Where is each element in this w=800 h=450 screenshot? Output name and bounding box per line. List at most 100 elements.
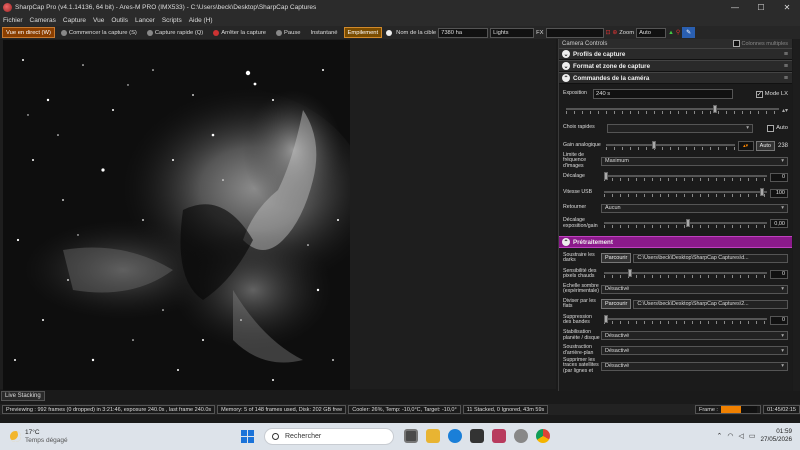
flats-path-select[interactable]: C:\Users\beck\Desktop\SharpCap Captures\… — [633, 299, 788, 309]
task-view-icon[interactable] — [404, 429, 418, 443]
preview-area[interactable] — [0, 39, 556, 390]
flip-select[interactable]: Aucun — [601, 203, 788, 213]
section-camera-controls[interactable]: ⌃ Commandes de la caméra ≡ — [559, 72, 792, 84]
magnifier-icon[interactable]: ⚲ — [676, 30, 680, 36]
stacked-status: 11 Stacked, 0 Ignored, 43m 59s — [462, 405, 549, 414]
menu-aide[interactable]: Aide (H) — [189, 17, 213, 24]
framerate-select[interactable]: Maximum — [601, 156, 788, 166]
histogram-icon[interactable]: ▲ — [668, 30, 674, 36]
menu-capture[interactable]: Capture — [63, 17, 86, 24]
clock[interactable]: 01:59 27/05/2026 — [760, 428, 792, 444]
snapshot-button[interactable]: Instantané — [306, 27, 341, 38]
live-stacking-tab[interactable]: Live Stacking — [1, 391, 45, 401]
flats-label: Diviser par les flats — [563, 297, 596, 309]
file-explorer-icon[interactable] — [426, 429, 440, 443]
usb-speed-value[interactable]: 100 — [770, 188, 788, 198]
zoom-select[interactable]: Auto — [636, 27, 667, 38]
frame-type-select[interactable]: Lights — [490, 27, 535, 38]
banding-slider[interactable] — [604, 315, 767, 325]
chrome-icon[interactable] — [536, 429, 550, 443]
section-capture-format[interactable]: ⌄ Format et zone de capture ≡ — [559, 60, 792, 72]
menu-outils[interactable]: Outils — [111, 17, 128, 24]
quick-capture-button[interactable]: Capture rapide (Q) — [143, 27, 207, 38]
clock-date: 27/05/2026 — [760, 436, 792, 443]
flats-browse-button[interactable]: Parcourir — [601, 299, 632, 309]
windows-taskbar: 17°C Temps dégagé Rechercher ⌃ ◠ ◁ ▭ 01:… — [0, 423, 800, 450]
gain-spin[interactable]: ▴▾ — [737, 141, 754, 151]
hot-pixels-value[interactable]: 0 — [770, 269, 788, 279]
gain-value[interactable]: 238 — [778, 143, 788, 149]
exp-offset-slider[interactable] — [604, 218, 767, 229]
auto-exposure-label: Auto — [776, 125, 788, 131]
offset-slider[interactable] — [604, 172, 767, 182]
search-icon — [272, 433, 279, 440]
chevron-up-icon[interactable]: ⌃ — [716, 432, 722, 440]
temperature: 17°C — [25, 429, 40, 436]
menu-icon[interactable]: ≡ — [784, 63, 788, 70]
menu-icon[interactable]: ≡ — [784, 75, 788, 82]
stacking-button[interactable]: Empilement — [343, 27, 383, 38]
close-button[interactable]: ✕ — [774, 0, 800, 14]
exposure-slider[interactable] — [566, 105, 779, 115]
maximize-button[interactable]: ☐ — [748, 0, 774, 14]
darks-browse-button[interactable]: Parcourir — [601, 253, 632, 263]
minimize-button[interactable]: — — [722, 0, 748, 14]
dark-scale-select[interactable]: Désactivé — [601, 284, 788, 294]
offset-value[interactable]: 0 — [770, 172, 788, 182]
usb-speed-label: Vitesse USB — [563, 189, 593, 196]
exp-offset-value[interactable]: 0,00 — [770, 219, 788, 228]
zoom-label: Zoom — [619, 29, 635, 36]
gain-auto-button[interactable]: Auto — [755, 141, 775, 151]
planet-stab-select[interactable]: Désactivé — [601, 331, 788, 340]
satellite-select[interactable]: Désactivé — [601, 361, 788, 371]
darks-path-select[interactable]: C:\Users\beck\Desktop\SharpCap Captures\… — [633, 253, 788, 263]
speaker-icon[interactable]: ◁ — [738, 432, 743, 440]
menu-icon[interactable]: ≡ — [784, 51, 788, 58]
reticle-icon[interactable]: ⊕ — [612, 30, 617, 36]
banding-value[interactable]: 0 — [770, 315, 788, 325]
pause-button[interactable]: Pause — [272, 27, 304, 38]
section-preprocessing[interactable]: ⌃ Prétraitement — [559, 236, 792, 248]
live-view-button[interactable]: Vue en direct (W) — [2, 27, 55, 38]
menu-lancer[interactable]: Lancer — [135, 17, 155, 24]
multi-columns-checkbox[interactable] — [732, 40, 740, 47]
multi-columns-toggle[interactable]: Colonnes multiples — [732, 40, 788, 47]
start-capture-label: Commencer la capture (S) — [68, 29, 137, 36]
weather-widget[interactable]: 17°C Temps dégagé — [10, 429, 68, 444]
menu-vue[interactable]: Vue — [93, 17, 104, 24]
menu-scripts[interactable]: Scripts — [162, 17, 182, 24]
edge-icon[interactable] — [448, 429, 462, 443]
gain-slider[interactable] — [606, 141, 735, 151]
hot-pixels-slider[interactable] — [604, 269, 767, 279]
fx-select[interactable] — [545, 27, 604, 38]
bg-sub-select[interactable]: Désactivé — [601, 346, 788, 355]
frame-time: 01:45/02:15 — [762, 405, 800, 414]
store-icon[interactable] — [470, 429, 484, 443]
menu-fichier[interactable]: Fichier — [3, 17, 23, 24]
quick-choice-select[interactable] — [607, 123, 753, 133]
start-capture-button[interactable]: Commencer la capture (S) — [57, 27, 141, 38]
panel-scrollbar[interactable] — [793, 39, 800, 391]
photos-icon[interactable] — [492, 429, 506, 443]
stop-capture-button[interactable]: Arrêter la capture — [209, 27, 270, 38]
tools-icon[interactable]: ✎ — [682, 27, 695, 38]
darks-row: Soustraire les darks Parcourir C:\Users\… — [559, 250, 792, 266]
target-name-input[interactable]: 7380 ha — [438, 27, 489, 38]
lx-mode-checkbox[interactable]: ✓ — [755, 90, 763, 98]
auto-exposure-checkbox[interactable] — [767, 124, 775, 132]
windows-start-icon[interactable] — [241, 430, 254, 443]
section-capture-profiles[interactable]: ⌄ Profils de capture ≡ — [559, 48, 792, 60]
nebula-image — [3, 40, 350, 390]
spin-icon[interactable]: ▴▾ — [782, 107, 788, 114]
taskbar-search[interactable]: Rechercher — [264, 428, 394, 445]
panel-header: Camera Controls Colonnes multiples — [559, 39, 792, 48]
exposure-input[interactable]: 240 s — [593, 89, 733, 99]
record-icon[interactable] — [386, 29, 393, 36]
battery-icon[interactable]: ▭ — [749, 432, 756, 440]
stop-icon — [213, 29, 220, 36]
crosshair-icon[interactable]: ⊡ — [606, 30, 611, 36]
menu-cameras[interactable]: Cameras — [30, 17, 56, 24]
usb-speed-slider[interactable] — [604, 188, 767, 198]
sharpcap-taskbar-icon[interactable] — [514, 429, 528, 443]
wifi-icon[interactable]: ◠ — [727, 432, 733, 440]
